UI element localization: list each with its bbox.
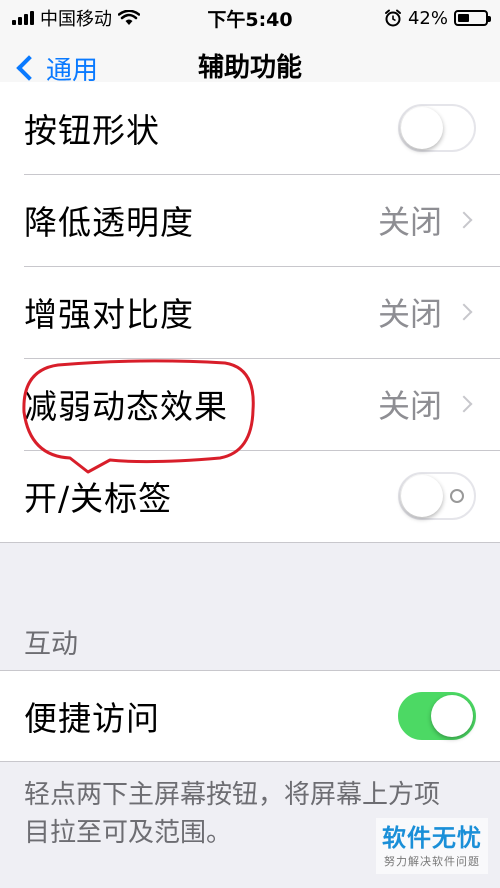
setting-label: 开/关标签	[24, 479, 173, 518]
setting-label: 降低透明度	[24, 203, 194, 242]
group-bottom-divider	[0, 761, 500, 762]
setting-value: 关闭	[377, 387, 442, 425]
setting-row-button-shapes[interactable]: 按钮形状	[0, 82, 500, 174]
battery-icon	[454, 10, 491, 26]
setting-value: 关闭	[377, 203, 442, 241]
status-bar: 中国移动 下午5:40 42%	[0, 0, 500, 36]
watermark-logo: 软件无忧 努力解决软件问题	[376, 818, 488, 874]
reachability-toggle[interactable]	[398, 692, 476, 740]
status-left: 中国移动	[12, 5, 140, 31]
back-label: 通用	[46, 55, 99, 86]
setting-label: 按钮形状	[24, 111, 160, 150]
toggle-knob	[401, 475, 443, 517]
on-off-labels-toggle[interactable]	[398, 472, 476, 520]
watermark-subtitle: 努力解决软件问题	[384, 855, 480, 868]
watermark-title: 软件无忧	[382, 824, 482, 852]
chevron-right-icon	[455, 211, 473, 229]
chevron-left-icon	[16, 55, 42, 81]
setting-row-reduce-transparency[interactable]: 降低透明度 关闭	[0, 174, 500, 266]
setting-label: 便捷访问	[24, 699, 160, 738]
status-right: 42%	[384, 7, 491, 29]
setting-label: 增强对比度	[24, 295, 194, 334]
wifi-icon	[118, 10, 140, 25]
setting-row-increase-contrast[interactable]: 增强对比度 关闭	[0, 266, 500, 358]
button-shapes-toggle[interactable]	[398, 104, 476, 152]
section-header-interaction: 互动	[24, 629, 78, 660]
battery-percent: 42%	[407, 7, 448, 29]
chevron-right-icon	[455, 303, 473, 321]
setting-row-reachability[interactable]: 便捷访问	[0, 671, 500, 761]
alarm-clock-icon	[384, 9, 401, 27]
setting-value: 关闭	[377, 295, 442, 333]
setting-row-reduce-motion[interactable]: 减弱动态效果 关闭	[0, 358, 500, 450]
signal-bars-icon	[12, 11, 34, 25]
display-settings-group: 按钮形状 降低透明度 关闭 增强对比度 关闭 减弱动态效果 关闭 开/关标签	[0, 82, 500, 542]
carrier-name: 中国移动	[40, 9, 112, 30]
off-label-ring-icon	[450, 489, 464, 503]
group-bottom-divider	[0, 542, 500, 543]
battery-fill	[458, 14, 469, 22]
toggle-knob	[401, 107, 443, 149]
toggle-knob	[431, 695, 473, 737]
interaction-group: 便捷访问	[0, 671, 500, 761]
setting-label: 减弱动态效果	[24, 387, 228, 426]
setting-row-on-off-labels[interactable]: 开/关标签	[0, 450, 500, 542]
chevron-right-icon	[455, 395, 473, 413]
